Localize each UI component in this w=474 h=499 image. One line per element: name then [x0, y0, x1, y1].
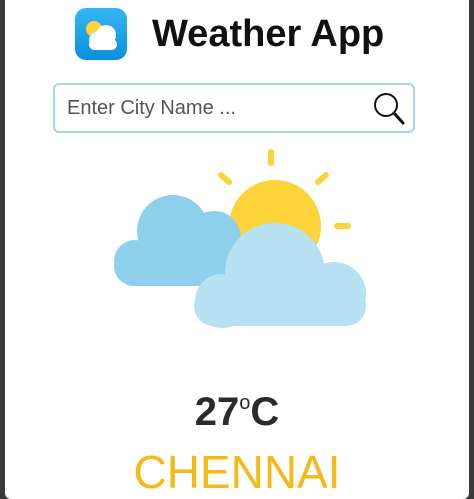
search-button[interactable] [371, 91, 407, 127]
temperature-unit: C [250, 390, 280, 434]
temperature-value: 27 [194, 390, 240, 434]
magnifier-icon [374, 93, 405, 125]
weather-card: Weather App Enter City Name ... 27oC CHE… [5, 0, 469, 499]
degree-symbol: o [239, 391, 251, 414]
app-title: Weather App [152, 13, 385, 55]
partly-cloudy-icon [105, 146, 367, 330]
city-name: CHENNAI [133, 446, 341, 498]
app-header: Weather App [5, 6, 469, 62]
city-search-input[interactable] [67, 85, 367, 131]
search-bar [53, 83, 415, 133]
cloud-sun-icon [75, 8, 127, 60]
temperature-display: 27oC [5, 388, 469, 436]
